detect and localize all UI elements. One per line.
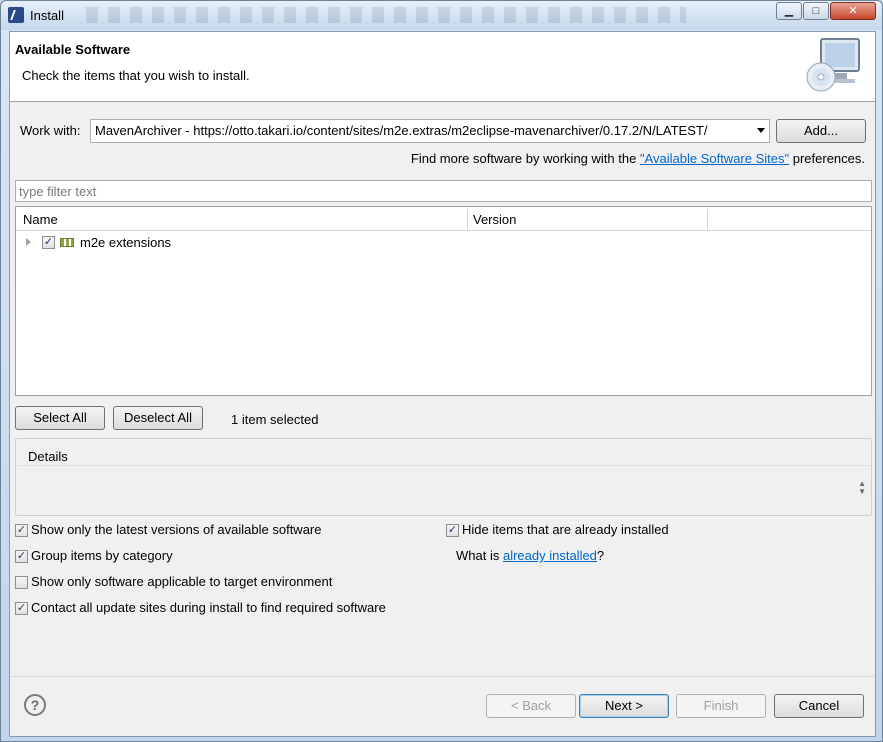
chevron-down-icon[interactable] <box>757 128 765 133</box>
window-title: Install <box>30 8 64 23</box>
selection-count: 1 item selected <box>231 412 319 427</box>
target-env-checkbox[interactable] <box>15 576 28 589</box>
work-with-value: MavenArchiver - https://otto.takari.io/c… <box>95 123 708 138</box>
dialog-client-area: Available Software Check the items that … <box>9 31 876 737</box>
back-button[interactable]: < Back <box>486 694 576 718</box>
option-label: Group items by category <box>31 548 173 563</box>
column-divider[interactable] <box>467 209 468 229</box>
deselect-all-button[interactable]: Deselect All <box>113 406 203 430</box>
maximize-button[interactable]: □ <box>803 2 829 20</box>
what-is-suffix: ? <box>596 548 605 563</box>
cancel-button[interactable]: Cancel <box>774 694 864 718</box>
what-is-prefix: What is <box>456 548 503 563</box>
work-with-combo[interactable]: MavenArchiver - https://otto.takari.io/c… <box>90 119 770 143</box>
install-window: Install ▁ □ ✕ Available Software Check t… <box>0 0 883 742</box>
row-checkbox[interactable]: ✓ <box>42 236 55 249</box>
find-more-prefix: Find more software by working with the <box>410 151 640 166</box>
expand-arrow-icon[interactable] <box>26 238 31 246</box>
close-button[interactable]: ✕ <box>830 2 876 20</box>
help-icon[interactable]: ? <box>24 694 46 716</box>
details-group: Details ▲ ▼ <box>15 438 872 516</box>
latest-versions-checkbox[interactable]: ✓ <box>15 524 28 537</box>
hide-installed-checkbox[interactable]: ✓ <box>446 524 459 537</box>
scroll-spinner-icon[interactable]: ▲ ▼ <box>858 480 866 496</box>
select-all-button[interactable]: Select All <box>15 406 105 430</box>
background-toolbar-ghost <box>86 7 686 23</box>
find-more-suffix: preferences. <box>789 151 865 166</box>
minimize-button[interactable]: ▁ <box>776 2 802 20</box>
add-site-button[interactable]: Add... <box>776 119 866 143</box>
details-text-area[interactable]: ▲ ▼ <box>17 465 870 515</box>
dialog-header: Available Software Check the items that … <box>10 32 875 102</box>
install-cd-monitor-icon <box>806 38 860 92</box>
category-icon <box>60 238 74 247</box>
tree-header: Name Version <box>16 207 871 231</box>
details-legend: Details <box>25 449 71 464</box>
contact-sites-checkbox[interactable]: ✓ <box>15 602 28 615</box>
column-header-version[interactable]: Version <box>473 212 516 227</box>
tree-row[interactable]: ✓ m2e extensions <box>16 233 871 253</box>
footer-divider <box>10 676 875 677</box>
software-tree[interactable]: Name Version ✓ m2e extensions <box>15 206 872 396</box>
option-label: Show only the latest versions of availab… <box>31 522 322 537</box>
page-title: Available Software <box>15 42 131 57</box>
available-software-sites-link[interactable]: "Available Software Sites" <box>640 151 789 166</box>
title-bar[interactable]: Install ▁ □ ✕ <box>1 1 882 30</box>
eclipse-app-icon <box>8 7 24 23</box>
finish-button[interactable]: Finish <box>676 694 766 718</box>
next-button[interactable]: Next > <box>579 694 669 718</box>
option-label: Hide items that are already installed <box>462 522 669 537</box>
column-header-name[interactable]: Name <box>23 212 58 227</box>
filter-input[interactable]: type filter text <box>15 180 872 202</box>
already-installed-link[interactable]: already installed <box>503 548 597 563</box>
option-label: Show only software applicable to target … <box>31 574 333 589</box>
group-category-checkbox[interactable]: ✓ <box>15 550 28 563</box>
find-more-text: Find more software by working with the "… <box>411 151 865 166</box>
column-divider[interactable] <box>707 209 708 229</box>
what-is-installed-text: What is already installed? <box>456 548 604 563</box>
tree-row-label: m2e extensions <box>80 235 172 250</box>
option-label: Contact all update sites during install … <box>31 600 386 615</box>
page-subtitle: Check the items that you wish to install… <box>22 68 250 83</box>
work-with-label: Work with: <box>20 123 81 138</box>
